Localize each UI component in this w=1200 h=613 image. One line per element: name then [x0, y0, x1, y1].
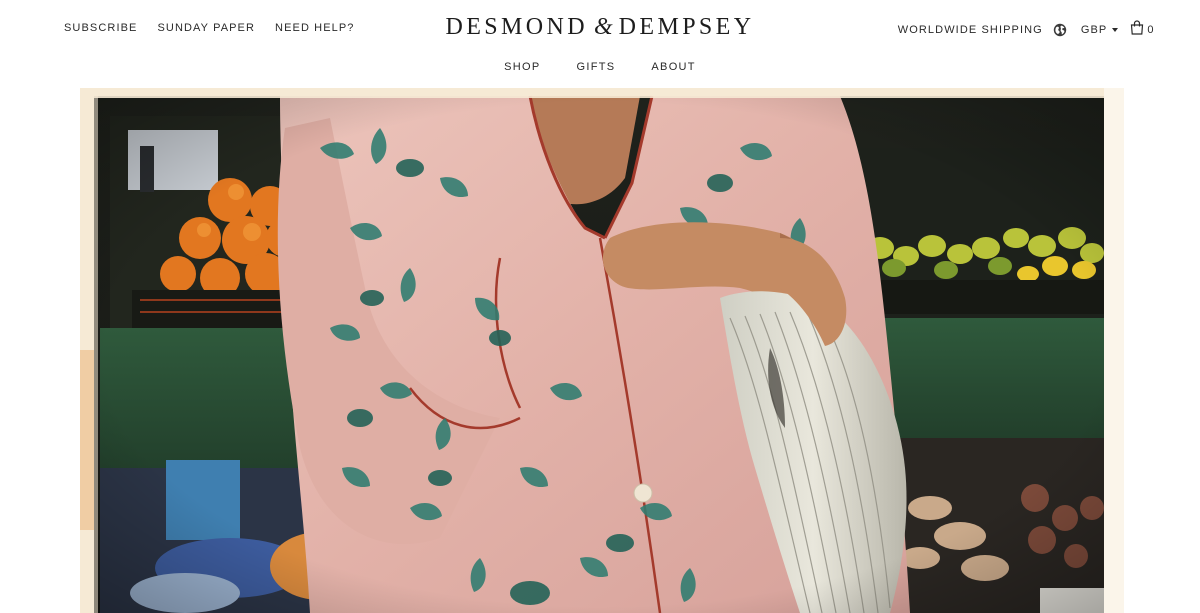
subscribe-link[interactable]: SUBSCRIBE	[64, 22, 137, 34]
currency-selector[interactable]: GBP	[1081, 24, 1119, 36]
globe-icon[interactable]	[1053, 23, 1067, 37]
cart-count: 0	[1147, 24, 1154, 36]
site-header: SUBSCRIBE SUNDAY PAPER NEED HELP? DESMON…	[0, 0, 1200, 90]
need-help-link[interactable]: NEED HELP?	[275, 22, 354, 34]
nav-about[interactable]: ABOUT	[651, 61, 695, 73]
nav-gifts[interactable]: GIFTS	[577, 61, 616, 73]
cart-button[interactable]: 0	[1130, 20, 1154, 40]
page: SUBSCRIBE SUNDAY PAPER NEED HELP? DESMON…	[0, 0, 1200, 613]
main-nav: SHOP GIFTS ABOUT	[0, 61, 1200, 73]
currency-label: GBP	[1080, 24, 1108, 36]
nav-shop[interactable]: SHOP	[504, 61, 540, 73]
utility-nav-left: SUBSCRIBE SUNDAY PAPER NEED HELP?	[64, 22, 355, 34]
utility-nav-right: WORLDWIDE SHIPPING GBP 0	[898, 20, 1154, 40]
sunday-paper-link[interactable]: SUNDAY PAPER	[157, 22, 255, 34]
worldwide-shipping-link[interactable]: WORLDWIDE SHIPPING	[898, 24, 1043, 36]
brand-ampersand[interactable]: &	[594, 14, 613, 40]
brand-name-part1[interactable]: DESMOND	[446, 14, 588, 40]
chevron-down-icon	[1112, 28, 1119, 32]
hero-photo-illustration	[80, 88, 1124, 613]
brand-name-part2[interactable]: DEMPSEY	[619, 14, 755, 40]
hero-photo[interactable]	[80, 88, 1124, 613]
shopping-bag-icon	[1130, 20, 1144, 40]
